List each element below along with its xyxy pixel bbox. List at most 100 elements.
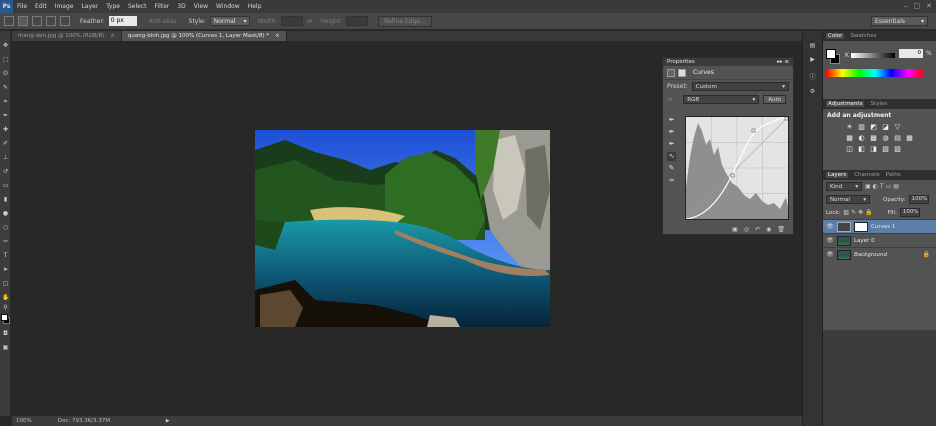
close-window-button[interactable]: ✕: [926, 0, 932, 13]
eye-icon[interactable]: 👁: [826, 237, 834, 244]
foreground-color-swatch[interactable]: [1, 314, 8, 321]
curve-smooth-icon[interactable]: ≈: [667, 176, 676, 185]
opacity-input[interactable]: 100%: [908, 195, 929, 204]
gradient-map-icon[interactable]: ▧: [881, 145, 890, 154]
tab-channels[interactable]: Channels: [854, 172, 879, 178]
eraser-tool-icon[interactable]: ▭: [2, 183, 9, 189]
zoom-level[interactable]: 100%: [16, 418, 32, 424]
clone-stamp-tool-icon[interactable]: ⊥: [2, 155, 9, 161]
tab-color[interactable]: Color: [826, 33, 845, 39]
move-tool-icon[interactable]: ✥: [2, 43, 9, 49]
threshold-icon[interactable]: ◨: [869, 145, 878, 154]
properties-header[interactable]: Properties ▸▸ ≡: [663, 58, 793, 66]
black-point-eyedropper-icon[interactable]: ✒: [667, 116, 676, 125]
color-balance-icon[interactable]: ◐: [857, 134, 866, 143]
menu-window[interactable]: Window: [212, 0, 244, 13]
preset-select[interactable]: Custom ▾: [691, 82, 789, 91]
white-point-eyedropper-icon[interactable]: ✒: [667, 140, 676, 149]
tab-quang-binh[interactable]: quang-binh.jpg @ 100% (Curves 1, Layer M…: [121, 31, 287, 41]
refine-edge-button[interactable]: Refine Edge...: [378, 15, 432, 27]
type-tool-icon[interactable]: T: [2, 253, 9, 259]
fill-input[interactable]: 100%: [899, 208, 920, 217]
anti-alias-checkbox[interactable]: Anti-alias: [149, 18, 177, 25]
layer-background[interactable]: 👁 Background 🔒: [823, 247, 936, 261]
eyedropper-tool-icon[interactable]: ✒: [2, 113, 9, 119]
curve-edit-points-icon[interactable]: ∿: [667, 152, 676, 161]
add-selection-icon[interactable]: [32, 16, 42, 26]
menu-edit[interactable]: Edit: [31, 0, 51, 13]
invert-icon[interactable]: ◫: [845, 145, 854, 154]
vibrance-icon[interactable]: ▽: [893, 123, 902, 132]
lasso-tool-icon[interactable]: ʘ: [2, 71, 9, 77]
gradient-tool-icon[interactable]: ▮: [2, 197, 9, 203]
brightness-icon[interactable]: ☀: [845, 123, 854, 132]
tab-mang-den[interactable]: mang-den.jpg @ 100% (RGB/8) ×: [12, 31, 122, 41]
target-adjust-icon[interactable]: ☞: [667, 96, 673, 104]
k-slider[interactable]: [851, 53, 895, 58]
intersect-selection-icon[interactable]: [60, 16, 70, 26]
menu-view[interactable]: View: [190, 0, 212, 13]
trash-icon[interactable]: 🗑: [777, 226, 785, 233]
maximize-button[interactable]: □: [914, 0, 921, 13]
curve-pencil-icon[interactable]: ✎: [667, 164, 676, 173]
actions-panel-icon[interactable]: ▶: [807, 55, 818, 65]
tab-swatches[interactable]: Swatches: [850, 33, 876, 39]
status-menu-arrow-icon[interactable]: ▶: [166, 418, 170, 424]
view-previous-icon[interactable]: ◎: [744, 226, 749, 233]
layer-0[interactable]: 👁 Layer 0: [823, 233, 936, 247]
tab-layers[interactable]: Layers: [826, 172, 849, 178]
path-selection-tool-icon[interactable]: ➤: [2, 267, 9, 273]
brush-tool-icon[interactable]: ✐: [2, 141, 9, 147]
screen-mode-icon[interactable]: ▣: [2, 345, 9, 351]
black-white-icon[interactable]: ▩: [869, 134, 878, 143]
tab-adjustments[interactable]: Adjustments: [826, 101, 865, 107]
workspace-select[interactable]: Essentials ▾: [871, 16, 928, 26]
height-input[interactable]: [346, 16, 369, 26]
k-value-input[interactable]: 0: [899, 49, 923, 58]
tab-styles[interactable]: Styles: [870, 101, 887, 107]
menu-layer[interactable]: Layer: [77, 0, 102, 13]
kind-filter-select[interactable]: Kind ▾: [826, 182, 862, 191]
lock-icons[interactable]: ▧✎✥🔒: [843, 209, 874, 216]
properties-panel-icon[interactable]: ⚙: [807, 87, 818, 97]
hue-saturation-icon[interactable]: ▦: [845, 134, 854, 143]
clip-to-layer-icon[interactable]: ▣: [732, 226, 738, 233]
pen-tool-icon[interactable]: ✑: [2, 239, 9, 245]
channel-mixer-icon[interactable]: ▤: [893, 134, 902, 143]
menu-select[interactable]: Select: [124, 0, 151, 13]
menu-image[interactable]: Image: [51, 0, 78, 13]
photo-filter-icon[interactable]: ◍: [881, 134, 890, 143]
selective-color-icon[interactable]: ▨: [893, 145, 902, 154]
channel-select[interactable]: RGB ▾: [683, 95, 760, 104]
minimize-button[interactable]: –: [904, 0, 908, 13]
crop-tool-icon[interactable]: ⌗: [2, 99, 9, 105]
posterize-icon[interactable]: ◧: [857, 145, 866, 154]
swap-icon[interactable]: ⇄: [307, 18, 312, 25]
width-input[interactable]: [281, 16, 304, 26]
close-icon[interactable]: ×: [110, 31, 115, 41]
close-icon[interactable]: ×: [275, 31, 280, 41]
tab-paths[interactable]: Paths: [886, 172, 901, 178]
zoom-tool-icon[interactable]: ⚲: [2, 305, 9, 311]
layer-curves-1[interactable]: 👁 Curves 1: [823, 219, 936, 233]
color-lookup-icon[interactable]: ▦: [905, 134, 914, 143]
menu-3d[interactable]: 3D: [173, 0, 189, 13]
history-brush-tool-icon[interactable]: ↺: [2, 169, 9, 175]
new-selection-icon[interactable]: [18, 16, 28, 26]
marquee-tool-preset-icon[interactable]: [4, 16, 14, 26]
menu-help[interactable]: Help: [244, 0, 266, 13]
auto-button[interactable]: Auto: [763, 95, 787, 104]
curves-icon[interactable]: ◩: [869, 123, 878, 132]
color-spectrum[interactable]: [826, 69, 924, 77]
reset-icon[interactable]: ↶: [755, 226, 760, 233]
curves-adjustment-icon[interactable]: [667, 68, 675, 77]
exposure-icon[interactable]: ◪: [881, 123, 890, 132]
info-panel-icon[interactable]: ⓘ: [807, 73, 818, 83]
curves-graph[interactable]: [685, 116, 789, 220]
filter-type-icons[interactable]: ▣◐T▭▤: [865, 183, 901, 190]
blur-tool-icon[interactable]: ●: [2, 211, 9, 217]
canvas-area[interactable]: Properties ▸▸ ≡ Curves Preset: Custom ▾ ☞…: [12, 41, 802, 416]
panel-menu-icon[interactable]: ▸▸ ≡: [777, 59, 789, 65]
document-image[interactable]: [255, 130, 550, 327]
quick-select-tool-icon[interactable]: ✎: [2, 85, 9, 91]
